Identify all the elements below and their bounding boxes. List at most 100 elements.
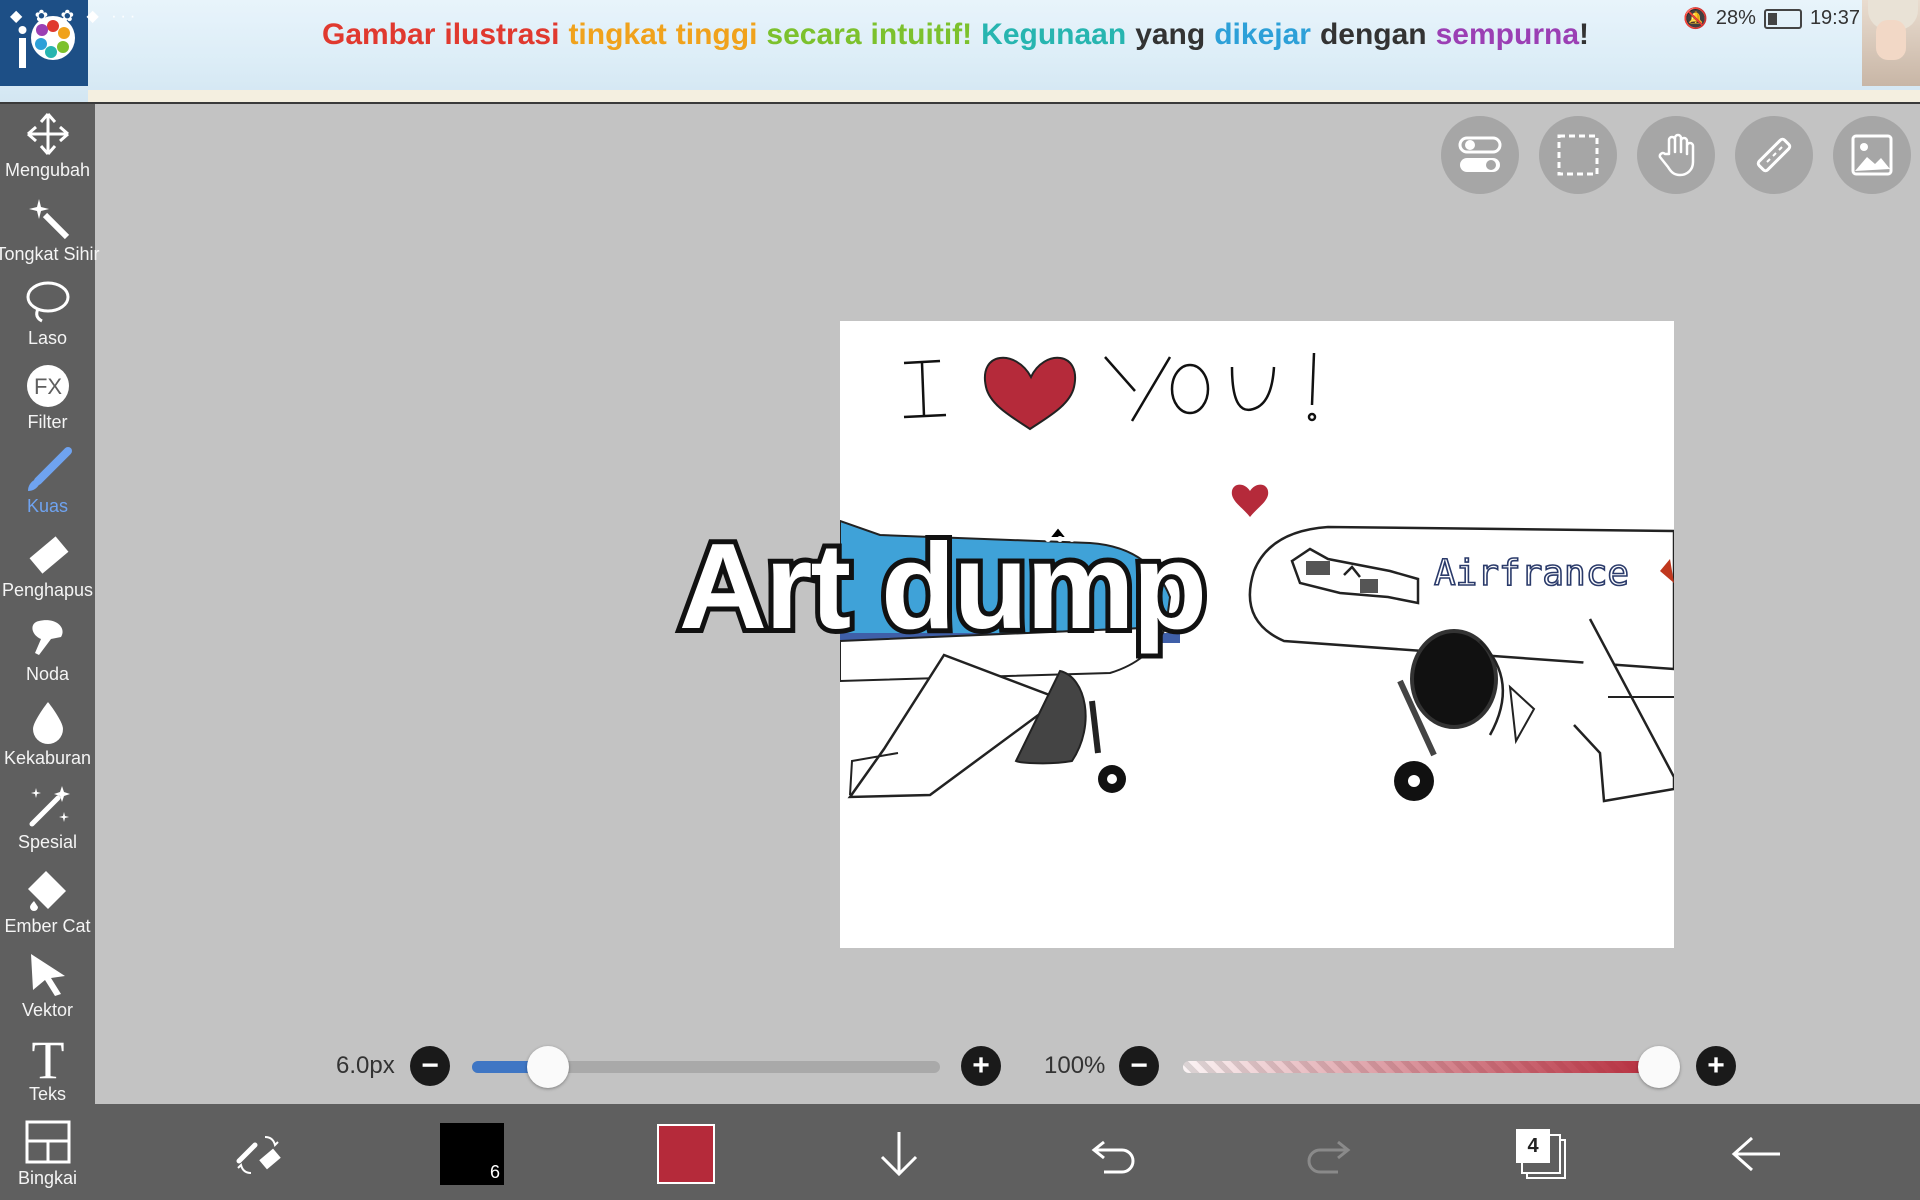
banner-character-image xyxy=(1862,0,1920,86)
special-icon xyxy=(24,780,72,832)
color-picker-button[interactable] xyxy=(657,1124,715,1184)
opacity-slider-track[interactable] xyxy=(1183,1061,1663,1073)
notification-icons: ◆ ✿ ✿ ◆ ··· xyxy=(10,8,140,25)
redo-icon xyxy=(1307,1140,1351,1174)
tool-eraser[interactable]: Penghapus xyxy=(0,528,95,610)
hand-touch-icon xyxy=(1658,133,1695,177)
brush-size-badge: 6 xyxy=(489,1162,500,1182)
tool-sidebar: Mengubah Tongkat Sihir Laso FX Filter Kuas Pen… xyxy=(0,104,100,1200)
banner-word: tinggi xyxy=(675,18,758,51)
blur-drop-icon xyxy=(25,696,71,748)
frame-icon xyxy=(24,1116,72,1168)
tool-frame[interactable]: Bingkai xyxy=(0,1116,95,1198)
tool-label: Teks xyxy=(28,1084,66,1104)
eraser-icon xyxy=(24,528,72,580)
brush-size-slider-handle[interactable] xyxy=(526,1046,569,1088)
touch-mode-button[interactable] xyxy=(1637,116,1715,194)
banner-word: ilustrasi xyxy=(444,18,560,51)
tool-lasso[interactable]: Laso xyxy=(0,276,95,358)
overlay-title-text: Art dump xyxy=(674,513,1212,659)
banner-word: Gambar xyxy=(321,18,436,51)
clock: 19:37 xyxy=(1809,7,1860,29)
layers-icon: 4 xyxy=(1516,1129,1566,1179)
mute-icon: 🔕 xyxy=(1683,8,1708,30)
tool-brush[interactable]: Kuas xyxy=(0,444,95,526)
opacity-value[interactable]: 100% xyxy=(1044,1052,1105,1080)
toggle-settings-button[interactable] xyxy=(1441,116,1519,194)
brush-size-increase-button[interactable]: + xyxy=(961,1046,1001,1086)
current-color-swatch xyxy=(657,1124,715,1184)
brush-icon xyxy=(24,444,72,496)
tool-vector-arrow[interactable]: Vektor xyxy=(0,948,95,1030)
magic-wand-icon xyxy=(25,192,71,244)
tool-fx[interactable]: FX Filter xyxy=(0,360,95,442)
tool-label: Vektor xyxy=(21,1000,74,1020)
tool-special[interactable]: Spesial xyxy=(0,780,95,862)
banner-strip xyxy=(88,90,1920,102)
vector-arrow-icon xyxy=(25,948,71,1000)
plane-label-art: Airfrance xyxy=(1434,553,1629,594)
tool-label: Spesial xyxy=(17,832,78,852)
tool-label: Laso xyxy=(27,328,68,348)
brush-eraser-swap-button[interactable] xyxy=(226,1124,292,1184)
back-button[interactable] xyxy=(1728,1124,1784,1184)
banner-word: secara xyxy=(766,18,862,51)
download-button[interactable] xyxy=(874,1124,924,1184)
fx-icon: FX xyxy=(25,360,71,412)
redo-button[interactable] xyxy=(1302,1124,1354,1184)
arrow-left-icon xyxy=(1731,1136,1780,1172)
tool-label: Mengubah xyxy=(4,160,91,180)
ruler-icon xyxy=(1756,137,1792,173)
battery-percent: 28% xyxy=(1715,7,1756,29)
svg-text:T: T xyxy=(31,1034,64,1082)
tool-move[interactable]: Mengubah xyxy=(0,108,95,190)
banner-word: Kegunaan xyxy=(981,18,1127,51)
status-bar-right: 🔕 28% 19:37 xyxy=(1683,6,1860,31)
bottom-toolbar xyxy=(95,1104,1920,1200)
tool-label: Filter xyxy=(27,412,68,432)
ruler-button[interactable] xyxy=(1735,116,1813,194)
banner-word: sempurna xyxy=(1435,18,1580,51)
svg-text:FX: FX xyxy=(33,374,61,399)
paint-bucket-icon xyxy=(24,864,72,916)
tool-label: Penghapus xyxy=(1,580,94,600)
layers-button[interactable]: 4 xyxy=(1514,1124,1568,1184)
tool-smudge[interactable]: Noda xyxy=(0,612,95,694)
banner-word: tingkat xyxy=(568,18,667,51)
selection-rect-icon xyxy=(1557,134,1599,176)
tool-text[interactable]: T Teks xyxy=(0,1032,95,1114)
tool-blur-drop[interactable]: Kekaburan xyxy=(0,696,95,778)
move-icon xyxy=(25,108,71,160)
arrow-down-icon xyxy=(880,1132,918,1177)
banner-word: dengan xyxy=(1319,18,1427,51)
tool-label: Noda xyxy=(25,664,70,684)
toggle-icon xyxy=(1458,136,1502,172)
tool-label: Kekaburan xyxy=(3,748,92,768)
layers-count: 4 xyxy=(1516,1129,1550,1163)
banner-word: yang xyxy=(1135,18,1206,51)
battery-icon xyxy=(1763,8,1802,29)
opacity-increase-button[interactable]: + xyxy=(1696,1046,1736,1086)
brush-preview-swatch: 6 xyxy=(440,1123,504,1185)
tool-paint-bucket[interactable]: Ember Cat xyxy=(0,864,95,946)
undo-icon xyxy=(1091,1140,1135,1174)
tool-magic-wand[interactable]: Tongkat Sihir xyxy=(0,192,100,274)
i-love-you-drawing xyxy=(903,352,1317,422)
opacity-decrease-button[interactable]: − xyxy=(1119,1046,1159,1086)
tool-label: Ember Cat xyxy=(4,916,91,936)
brush-preview-button[interactable]: 6 xyxy=(440,1123,504,1185)
opacity-slider-handle[interactable] xyxy=(1638,1046,1680,1088)
banner-headline[interactable]: Gambar ilustrasi tingkat tinggi secara intuit… xyxy=(0,18,1920,52)
tool-label: Tongkat Sihir xyxy=(0,244,100,264)
image-icon xyxy=(1851,134,1893,176)
brush-eraser-swap-icon xyxy=(236,1136,281,1174)
selection-button[interactable] xyxy=(1539,116,1617,194)
brush-size-decrease-button[interactable]: − xyxy=(410,1046,450,1086)
undo-button[interactable] xyxy=(1088,1124,1140,1184)
brush-size-value[interactable]: 6.0px xyxy=(336,1052,395,1080)
ad-banner[interactable]: ◆ ✿ ✿ ◆ ··· Gambar ilustrasi tingkat tinggi… xyxy=(0,0,1920,104)
tool-label: Bingkai xyxy=(17,1168,78,1188)
banner-word: ! xyxy=(1579,18,1590,51)
canvas-material-button[interactable] xyxy=(1833,116,1911,194)
tool-label: Kuas xyxy=(26,496,69,516)
